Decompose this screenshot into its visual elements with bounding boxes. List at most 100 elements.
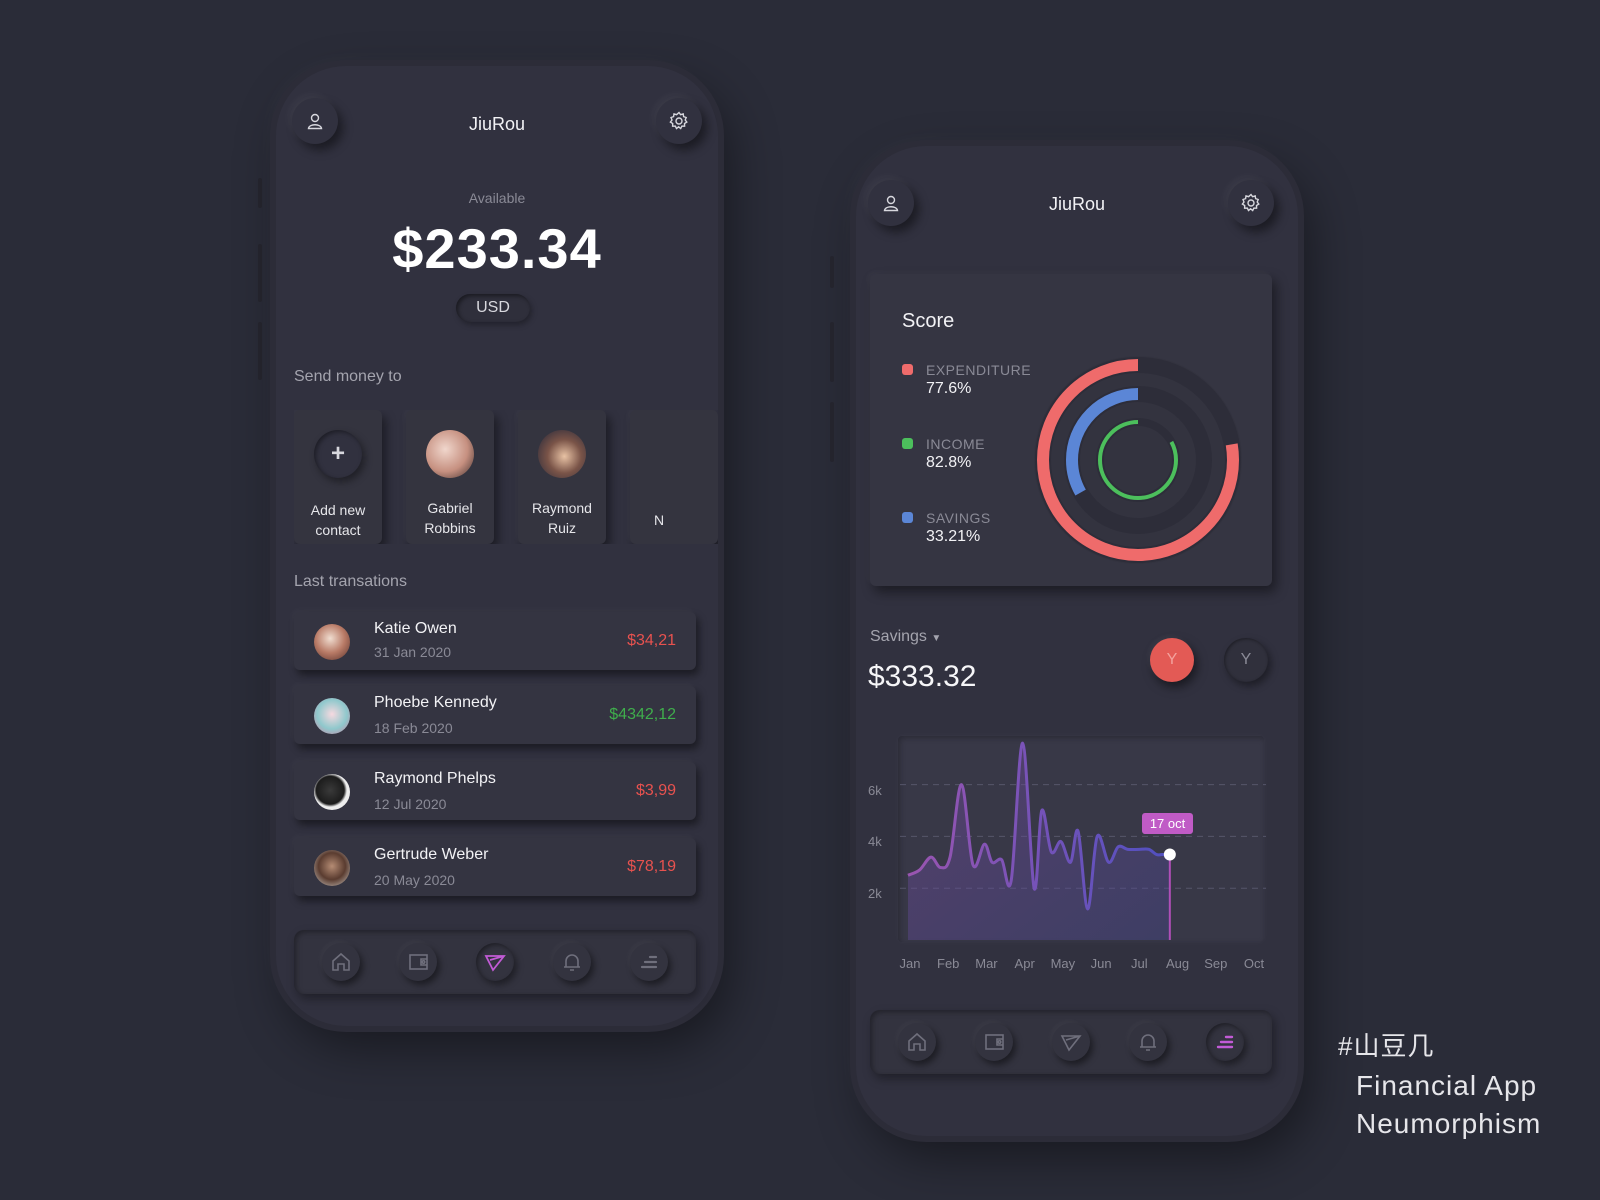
transaction-date: 18 Feb 2020 bbox=[374, 720, 453, 736]
nav-wallet[interactable] bbox=[398, 943, 437, 981]
x-tick: Apr bbox=[1014, 956, 1035, 971]
avatar bbox=[314, 624, 350, 660]
send-icon bbox=[484, 955, 506, 972]
transaction-date: 20 May 2020 bbox=[374, 872, 455, 888]
nav-home[interactable] bbox=[321, 943, 360, 981]
nav-send[interactable] bbox=[1051, 1023, 1090, 1061]
x-tick: Oct bbox=[1243, 956, 1265, 971]
balance-label: Available bbox=[468, 190, 526, 206]
gear-icon bbox=[669, 111, 688, 130]
transaction-date: 31 Jan 2020 bbox=[374, 644, 452, 660]
score-card: Score EXPENDITURE 77.6% INCOME 82.8% SAV… bbox=[870, 274, 1272, 586]
settings-button[interactable] bbox=[1228, 180, 1274, 226]
y-tick: 6k bbox=[868, 783, 882, 798]
plus-icon: + bbox=[314, 430, 362, 478]
transaction-row[interactable]: Phoebe Kennedy 18 Feb 2020 $4342,12 bbox=[294, 686, 696, 744]
period-toggle-inactive[interactable]: Y bbox=[1224, 638, 1268, 682]
x-tick: Sep bbox=[1204, 956, 1228, 971]
home-icon bbox=[331, 952, 350, 971]
contact-label: Raymond bbox=[532, 500, 592, 516]
gear-icon bbox=[1241, 193, 1260, 212]
period-toggle-active[interactable]: Y bbox=[1150, 638, 1194, 682]
contacts-carousel[interactable]: + Add new contact Gabriel Robbins Raymon… bbox=[294, 410, 718, 544]
x-tick: Jan bbox=[899, 956, 921, 971]
currency-selector[interactable]: USD bbox=[456, 294, 530, 322]
chart-tooltip: 17 oct bbox=[1141, 812, 1194, 834]
savings-dropdown-label: Savings bbox=[870, 628, 927, 645]
volume-up-button bbox=[258, 244, 262, 302]
legend-value: 77.6% bbox=[926, 380, 972, 397]
contact-label: Gabriel bbox=[427, 500, 473, 516]
marker-point[interactable] bbox=[1163, 848, 1176, 861]
legend-label: EXPENDITURE bbox=[926, 362, 1032, 378]
contact-card[interactable]: N bbox=[630, 410, 718, 544]
wallet-icon bbox=[984, 1034, 1004, 1050]
avatar bbox=[650, 430, 698, 478]
send-money-title: Send money to bbox=[294, 368, 402, 385]
balance-amount: $233.34 bbox=[392, 217, 602, 280]
caption-line1: Financial App bbox=[1356, 1070, 1538, 1101]
x-tick: Feb bbox=[937, 956, 960, 971]
transaction-name: Raymond Phelps bbox=[374, 770, 496, 787]
savings-dropdown[interactable]: Savings ▼ bbox=[870, 628, 941, 646]
nav-send[interactable] bbox=[475, 943, 514, 981]
transaction-row[interactable]: Katie Owen 31 Jan 2020 $34,21 bbox=[294, 612, 696, 670]
contact-card[interactable]: Raymond Ruiz bbox=[518, 410, 606, 544]
send-icon bbox=[1060, 1035, 1082, 1052]
right-phone: JiuRou Score EXPENDITURE 77.6% INCOME 82… bbox=[856, 146, 1298, 1136]
contact-card[interactable]: Gabriel Robbins bbox=[406, 410, 494, 544]
caption-tag: #山豆几 bbox=[1338, 1031, 1435, 1061]
bottom-nav bbox=[294, 930, 696, 994]
home-icon bbox=[907, 1032, 926, 1051]
legend-swatch bbox=[902, 512, 913, 523]
transaction-amount: $34,21 bbox=[627, 632, 676, 649]
contact-label: N bbox=[654, 512, 665, 528]
transaction-row[interactable]: Raymond Phelps 12 Jul 2020 $3,99 bbox=[294, 762, 696, 820]
bell-icon bbox=[1140, 1034, 1157, 1051]
contact-label: contact bbox=[315, 522, 361, 538]
transaction-amount: $78,19 bbox=[627, 858, 676, 875]
avatar bbox=[314, 698, 350, 734]
x-tick: Aug bbox=[1165, 956, 1190, 971]
nav-wallet[interactable] bbox=[974, 1023, 1013, 1061]
transaction-amount: $4342,12 bbox=[609, 706, 676, 723]
left-phone: JiuRou Available $233.34 USD Send money … bbox=[276, 66, 718, 1026]
mute-switch bbox=[258, 178, 262, 208]
legend-swatch bbox=[902, 438, 913, 449]
menu-icon bbox=[1217, 1035, 1234, 1049]
x-tick: May bbox=[1050, 956, 1076, 971]
nav-menu[interactable] bbox=[1206, 1023, 1245, 1061]
transaction-row[interactable]: Gertrude Weber 20 May 2020 $78,19 bbox=[294, 838, 696, 896]
app-title: JiuRou bbox=[468, 114, 526, 134]
contact-label: Ruiz bbox=[547, 520, 576, 536]
volume-up-button bbox=[830, 322, 834, 382]
menu-icon bbox=[641, 955, 658, 969]
nav-notifications[interactable] bbox=[1129, 1023, 1168, 1061]
avatar bbox=[314, 774, 350, 810]
wallet-icon bbox=[408, 954, 428, 970]
add-contact-card[interactable]: + Add new contact bbox=[294, 410, 382, 544]
x-tick: Jun bbox=[1090, 956, 1112, 971]
nav-menu[interactable] bbox=[630, 943, 669, 981]
transaction-name: Katie Owen bbox=[374, 620, 457, 637]
volume-down-button bbox=[830, 402, 834, 462]
bottom-nav bbox=[870, 1010, 1272, 1074]
score-rings-chart bbox=[1034, 356, 1242, 564]
savings-chart bbox=[900, 741, 1266, 940]
mute-switch bbox=[830, 256, 834, 288]
caption-line2: Neumorphism bbox=[1356, 1108, 1542, 1139]
transactions-title: Last transations bbox=[294, 573, 407, 590]
x-tick: Mar bbox=[975, 956, 998, 971]
transaction-name: Phoebe Kennedy bbox=[374, 694, 497, 711]
score-title: Score bbox=[902, 310, 955, 332]
transaction-amount: $3,99 bbox=[635, 782, 676, 799]
caret-down-icon: ▼ bbox=[931, 633, 942, 644]
bell-icon bbox=[564, 954, 581, 971]
settings-button[interactable] bbox=[656, 98, 702, 144]
contact-label: Robbins bbox=[424, 520, 476, 536]
nav-home[interactable] bbox=[897, 1023, 936, 1061]
legend-label: INCOME bbox=[926, 436, 985, 452]
nav-notifications[interactable] bbox=[553, 943, 592, 981]
avatar bbox=[426, 430, 474, 478]
avatar bbox=[538, 430, 586, 478]
